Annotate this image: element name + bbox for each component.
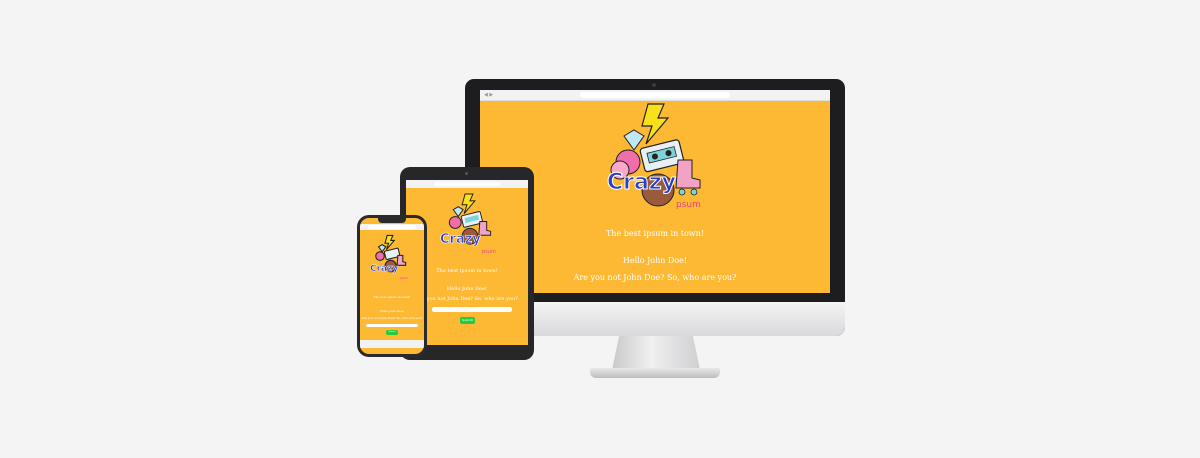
lightning-icon xyxy=(461,193,476,214)
diamond-icon xyxy=(623,129,645,151)
question: Are you not John Doe? So, who are you? xyxy=(361,316,423,320)
phone-notch xyxy=(378,218,406,223)
address-bar[interactable] xyxy=(368,225,416,229)
logo-subtitle: psum xyxy=(482,249,496,255)
logo-wordmark: Crazy xyxy=(370,264,399,274)
submit-button[interactable]: Submit xyxy=(386,330,398,335)
diamond-icon xyxy=(452,206,464,218)
roller-skate-icon xyxy=(675,159,701,196)
browser-toolbar xyxy=(360,224,424,230)
logo-wordmark: Crazy xyxy=(440,232,481,248)
name-input[interactable] xyxy=(432,307,512,312)
greeting: Hello John Doe! xyxy=(379,309,405,313)
ice-cream-icon xyxy=(375,251,385,261)
phone-screen: Crazy psum The best ipsum in town! Hello… xyxy=(360,218,424,354)
camera-icon xyxy=(465,172,468,175)
lightning-icon xyxy=(384,234,396,251)
tagline: The best ipsum in town! xyxy=(373,295,411,299)
diamond-icon xyxy=(377,244,387,253)
address-bar[interactable] xyxy=(434,182,500,186)
ice-cream-icon xyxy=(448,216,462,229)
nav-arrows-icon[interactable]: ◀ ▶ xyxy=(484,92,493,98)
logo-subtitle: psum xyxy=(400,276,409,280)
roller-skate-icon xyxy=(396,254,407,266)
submit-button[interactable]: Submit xyxy=(460,317,475,324)
lightning-icon xyxy=(641,103,670,145)
monitor-base xyxy=(590,368,720,378)
camera-icon xyxy=(652,83,656,87)
address-bar[interactable] xyxy=(580,92,730,98)
browser-toolbar xyxy=(406,180,528,188)
logo-subtitle: psum xyxy=(676,200,701,210)
monitor-stand xyxy=(612,336,700,370)
name-input[interactable] xyxy=(366,324,418,327)
browser-bottom-bar xyxy=(360,340,424,348)
logo-wordmark: Crazy xyxy=(607,170,677,196)
